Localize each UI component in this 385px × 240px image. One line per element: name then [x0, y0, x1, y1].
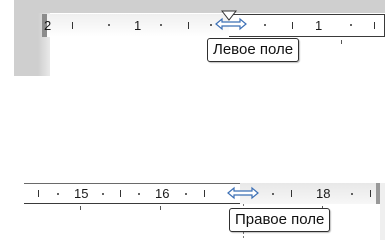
tab-stop-mark	[341, 40, 342, 44]
double-arrow-icon[interactable]	[227, 186, 259, 200]
ruler-label-2: 2	[44, 18, 52, 33]
ruler-margin-zone	[240, 183, 376, 204]
ruler-tick	[210, 24, 212, 26]
ruler-tick	[72, 22, 73, 29]
ruler-tick	[264, 24, 266, 26]
ruler-tick	[204, 190, 205, 197]
tab-stop-mark	[160, 206, 161, 210]
ruler-tick	[374, 22, 375, 29]
left-margin-tooltip: Левое поле	[207, 38, 300, 62]
ruler-tick	[108, 24, 110, 26]
ruler-label-1b: 1	[315, 18, 323, 33]
ruler-tick	[351, 193, 353, 195]
ruler-tick	[370, 190, 371, 197]
ruler-tick	[102, 193, 104, 195]
ruler-tick	[188, 22, 189, 29]
tooltip-text: Правое поле	[235, 211, 325, 228]
page-edge	[380, 183, 385, 240]
ruler-label-18: 18	[316, 186, 331, 201]
ruler-tick	[38, 190, 39, 197]
ruler-tick	[57, 193, 59, 195]
ruler-label-1: 1	[134, 18, 142, 33]
ruler-tick	[291, 190, 292, 197]
right-margin-tooltip: Правое поле	[229, 208, 331, 232]
ruler-tick	[160, 24, 162, 26]
tooltip-text: Левое поле	[213, 41, 294, 58]
ruler-label-16: 16	[155, 186, 170, 201]
double-arrow-icon[interactable]	[215, 17, 247, 31]
window-chrome-top	[14, 0, 385, 13]
ruler-tick	[350, 24, 352, 26]
tab-stop-mark	[80, 206, 81, 210]
ruler-tick	[138, 193, 140, 195]
ruler-tick	[120, 190, 121, 197]
ruler-tick	[272, 193, 274, 195]
ruler-tick	[185, 193, 187, 195]
ruler-label-15: 15	[74, 186, 89, 201]
ruler-tick	[292, 22, 293, 29]
